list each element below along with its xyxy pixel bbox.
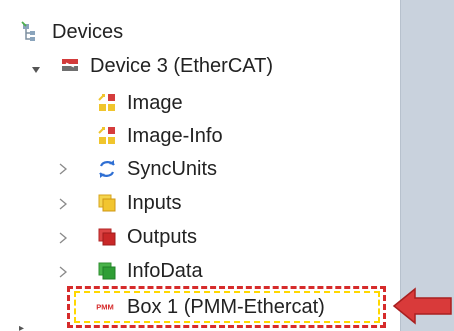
collapsed-node-marker: ▸ (19, 323, 25, 331)
red-callout-arrow (391, 285, 454, 327)
sync-units-icon (95, 157, 119, 181)
expand-device3-icon[interactable] (30, 64, 42, 76)
tree-item-label-image-info: Image-Info (127, 125, 223, 147)
screenshot-stage: Devices Device 3 (EtherCAT) Image Image-… (0, 0, 454, 331)
tree-item-label-box1: Box 1 (PMM-Ethercat) (127, 296, 325, 318)
devices-icon (20, 20, 44, 44)
image-icon (95, 91, 119, 115)
image-info-icon (95, 124, 119, 148)
tree-item-infodata[interactable]: InfoData (95, 256, 203, 286)
pmm-box-icon: PMM (90, 295, 120, 319)
inputs-icon (95, 191, 119, 215)
tree-item-label-infodata: InfoData (127, 260, 203, 282)
tree-item-devices[interactable]: Devices (20, 17, 123, 47)
expand-infodata-icon[interactable] (57, 266, 69, 278)
tree-item-image-info[interactable]: Image-Info (95, 121, 223, 151)
tree-item-device3[interactable]: Device 3 (EtherCAT) (58, 51, 273, 81)
tree-item-label-outputs: Outputs (127, 226, 198, 248)
tree-item-box1[interactable]: PMM Box 1 (PMM-Ethercat) (90, 292, 325, 322)
tree-item-label-devices: Devices (52, 21, 124, 43)
tree-item-label-syncunits: SyncUnits (127, 158, 218, 180)
ethercat-device-icon (58, 54, 82, 78)
outputs-icon (95, 225, 119, 249)
tree-item-syncunits[interactable]: SyncUnits (95, 154, 217, 184)
tree-item-label-image: Image (127, 92, 183, 114)
tree-item-inputs[interactable]: Inputs (95, 188, 181, 218)
devices-tree-panel: Devices Device 3 (EtherCAT) Image Image-… (0, 0, 401, 331)
info-data-icon (95, 259, 119, 283)
tree-item-label-device3: Device 3 (EtherCAT) (90, 55, 274, 77)
tree-item-label-inputs: Inputs (127, 192, 182, 214)
tree-item-image[interactable]: Image (95, 88, 183, 118)
expand-syncunits-icon[interactable] (57, 163, 69, 175)
expand-inputs-icon[interactable] (57, 198, 69, 210)
tree-item-outputs[interactable]: Outputs (95, 222, 197, 252)
pmm-box-icon-text: PMM (96, 303, 114, 312)
expand-outputs-icon[interactable] (57, 232, 69, 244)
